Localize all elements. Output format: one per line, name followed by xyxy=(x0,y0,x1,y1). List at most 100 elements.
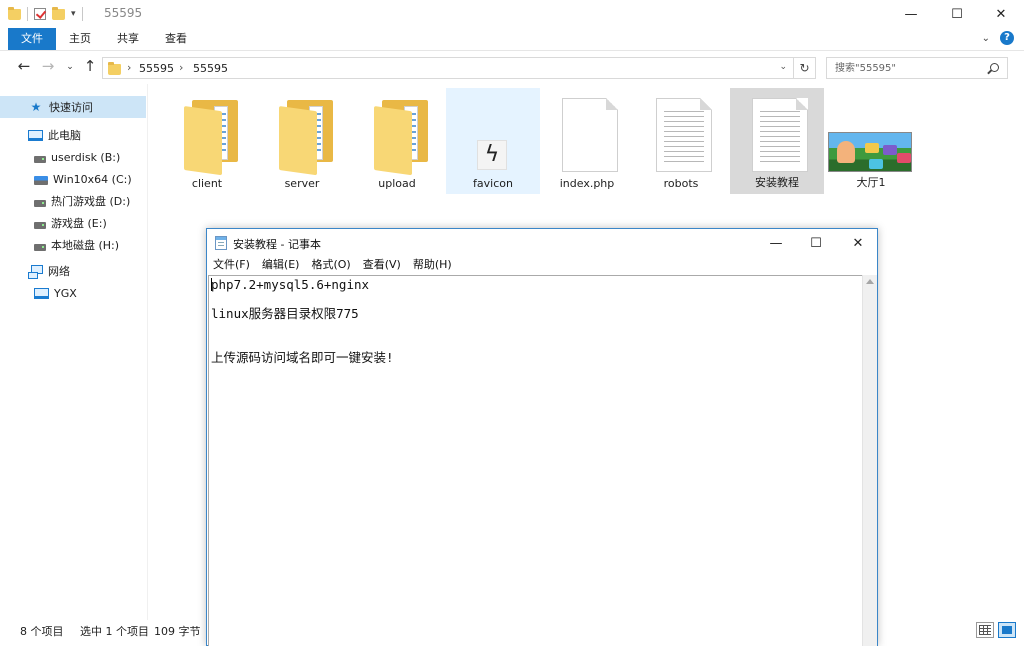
new-folder-icon[interactable] xyxy=(52,6,65,20)
breadcrumb-item[interactable]: 55595 xyxy=(193,62,228,75)
notepad-icon xyxy=(215,236,227,250)
refresh-button[interactable]: ↻ xyxy=(793,58,815,78)
window-title: 55595 xyxy=(104,6,143,20)
text-line: php7.2+mysql5.6+nginx xyxy=(211,277,370,292)
details-view-icon[interactable] xyxy=(976,622,994,638)
computer-icon xyxy=(34,288,49,299)
favicon-image-icon: ϟ xyxy=(477,140,507,170)
nav-label: Win10x64 (C:) xyxy=(53,172,132,186)
notepad-titlebar[interactable]: 安装教程 - 记事本 — ☐ ✕ xyxy=(207,229,877,257)
navigation-pane: ★ 快速访问 此电脑 userdisk (B:) Win10x64 (C:) 热… xyxy=(0,84,148,620)
notepad-close-button[interactable]: ✕ xyxy=(837,229,879,257)
drive-icon xyxy=(34,199,46,207)
nav-label: 热门游戏盘 (D:) xyxy=(51,195,131,208)
nav-drive-d[interactable]: 热门游戏盘 (D:) xyxy=(0,190,146,212)
notepad-text-area[interactable]: php7.2+mysql5.6+nginx linux服务器目录权限775 上传… xyxy=(208,275,862,646)
star-icon: ★ xyxy=(30,100,42,114)
file-item-folder[interactable]: server xyxy=(255,88,349,194)
nav-network-ygx[interactable]: YGX xyxy=(0,282,146,304)
notepad-minimize-button[interactable]: — xyxy=(755,229,797,257)
folder-icon xyxy=(374,100,428,176)
minimize-button[interactable]: — xyxy=(888,0,934,28)
recent-locations-button[interactable]: ⌄ xyxy=(60,62,80,72)
ribbon-tabs: 文件 主页 共享 查看 ⌄ ? xyxy=(0,28,1024,50)
file-item-text[interactable]: robots xyxy=(634,88,728,194)
back-button[interactable]: ← xyxy=(14,57,34,75)
nav-quick-access[interactable]: ★ 快速访问 xyxy=(0,96,146,118)
forward-button[interactable]: → xyxy=(38,57,58,75)
nav-label: 快速访问 xyxy=(49,101,93,114)
text-line: linux服务器目录权限775 xyxy=(211,306,359,321)
menu-view[interactable]: 查看(V) xyxy=(357,256,407,274)
nav-drive-h[interactable]: 本地磁盘 (H:) xyxy=(0,234,146,256)
address-dropdown-icon[interactable]: ⌄ xyxy=(779,62,787,72)
menu-help[interactable]: 帮助(H) xyxy=(407,256,458,274)
nav-label: 网络 xyxy=(48,265,70,278)
nav-label: 游戏盘 (E:) xyxy=(51,217,107,230)
text-file-icon xyxy=(752,98,808,172)
notepad-vertical-scrollbar[interactable] xyxy=(862,275,877,646)
help-icon[interactable]: ? xyxy=(1000,31,1014,45)
file-name: index.php xyxy=(559,177,615,190)
file-item-image[interactable]: 大厅1 xyxy=(824,88,918,194)
nav-network[interactable]: 网络 xyxy=(0,260,146,282)
tab-home[interactable]: 主页 xyxy=(60,28,100,50)
menu-format[interactable]: 格式(O) xyxy=(305,256,356,274)
close-button[interactable]: ✕ xyxy=(978,0,1024,28)
folder-icon xyxy=(184,100,238,176)
nav-drive-c[interactable]: Win10x64 (C:) xyxy=(0,168,146,190)
breadcrumb-separator[interactable]: › xyxy=(179,61,183,74)
search-input[interactable] xyxy=(827,58,977,78)
file-item-file[interactable]: index.php xyxy=(540,88,634,194)
text-line: 上传源码访问域名即可一键安装! xyxy=(211,349,394,365)
folder-icon xyxy=(108,62,121,75)
menu-file[interactable]: 文件(F) xyxy=(207,256,256,274)
file-item-folder[interactable]: client xyxy=(160,88,254,194)
search-box[interactable] xyxy=(826,57,1008,79)
nav-this-pc[interactable]: 此电脑 xyxy=(0,124,146,146)
notepad-window: 安装教程 - 记事本 — ☐ ✕ 文件(F) 编辑(E) 格式(O) 查看(V)… xyxy=(206,228,878,646)
file-item-image[interactable]: ϟ favicon xyxy=(446,88,540,194)
properties-icon[interactable] xyxy=(34,8,46,20)
nav-label: 此电脑 xyxy=(48,129,81,142)
file-name: server xyxy=(284,177,320,190)
network-icon xyxy=(28,265,43,279)
file-item-text-selected[interactable]: 安装教程 xyxy=(730,88,824,194)
item-count: 8 个项目 xyxy=(20,625,64,638)
notepad-content[interactable]: php7.2+mysql5.6+nginx linux服务器目录权限775 上传… xyxy=(211,277,862,365)
notepad-menubar: 文件(F) 编辑(E) 格式(O) 查看(V) 帮助(H) xyxy=(207,256,877,274)
folder-icon xyxy=(279,100,333,176)
selection-size: 109 字节 xyxy=(154,625,201,638)
file-name: robots xyxy=(663,177,699,190)
file-item-folder[interactable]: upload xyxy=(350,88,444,194)
large-icons-view-icon[interactable] xyxy=(998,622,1016,638)
breadcrumb-separator[interactable]: › xyxy=(127,61,131,74)
nav-label: userdisk (B:) xyxy=(51,150,121,164)
blank-file-icon xyxy=(562,98,618,172)
folder-icon xyxy=(8,6,21,20)
tab-file[interactable]: 文件 xyxy=(8,28,56,50)
customize-toolbar-icon[interactable]: ▾ xyxy=(71,9,76,19)
notepad-title: 安装教程 - 记事本 xyxy=(233,238,321,251)
nav-label: 本地磁盘 (H:) xyxy=(51,239,120,252)
search-icon[interactable] xyxy=(990,63,999,72)
expand-ribbon-icon[interactable]: ⌄ xyxy=(982,33,990,44)
maximize-button[interactable]: ☐ xyxy=(934,0,980,28)
tab-view[interactable]: 查看 xyxy=(156,28,196,50)
file-name: upload xyxy=(378,177,416,190)
nav-drive-e[interactable]: 游戏盘 (E:) xyxy=(0,212,146,234)
nav-drive-b[interactable]: userdisk (B:) xyxy=(0,146,146,168)
address-bar[interactable]: › 55595 › 55595 ⌄ ↻ xyxy=(102,57,816,79)
tab-share[interactable]: 共享 xyxy=(108,28,148,50)
toolbar-separator xyxy=(81,7,83,21)
scroll-up-icon[interactable] xyxy=(866,279,874,284)
breadcrumb-item[interactable]: 55595 xyxy=(139,62,174,75)
file-name: favicon xyxy=(473,177,513,190)
notepad-maximize-button[interactable]: ☐ xyxy=(795,229,837,257)
drive-icon xyxy=(34,243,46,251)
up-button[interactable]: ↑ xyxy=(80,57,100,75)
drive-icon xyxy=(34,221,46,229)
selection-count: 选中 1 个项目 xyxy=(80,625,149,638)
menu-edit[interactable]: 编辑(E) xyxy=(256,256,306,274)
drive-icon xyxy=(34,155,46,163)
